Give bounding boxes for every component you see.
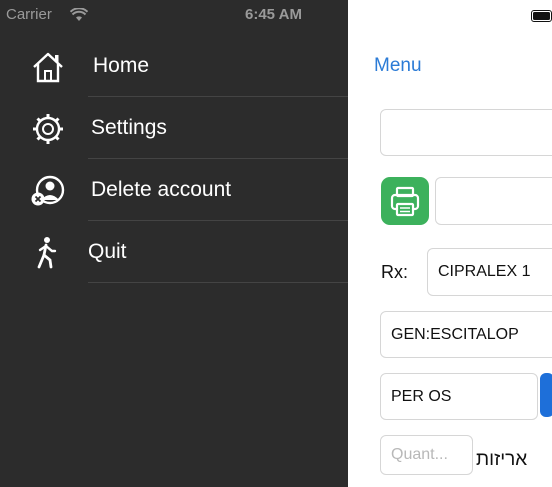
gear-icon [33,114,63,144]
delete-account-icon [31,175,65,206]
printer-icon [390,186,420,217]
print-button[interactable] [381,177,429,225]
route-dropdown-button[interactable] [540,373,552,417]
main-content: Menu Rx: CIPRALEX 1 GEN:ESCITALOP PER OS… [348,0,552,487]
package-unit-label: אריזות [476,449,528,470]
drawer-item-label: Quit [88,240,127,263]
menu-button[interactable]: Menu [374,55,422,77]
wifi-icon [70,8,88,21]
side-drawer: Carrier 6:45 AM Home Settings Delete acc… [0,0,348,487]
print-text-field[interactable] [435,177,552,225]
top-text-field[interactable] [380,109,552,156]
carrier-label: Carrier [6,6,52,23]
separator [88,282,348,283]
drawer-item-settings[interactable]: Settings [0,97,348,159]
drawer-item-quit[interactable]: Quit [0,221,348,283]
drawer-item-label: Delete account [91,178,232,201]
drawer-item-home[interactable]: Home [0,35,348,97]
battery-icon [531,10,552,22]
route-field[interactable]: PER OS [380,373,538,420]
drawer-item-label: Settings [91,116,167,139]
home-icon [33,52,63,83]
drawer-item-delete-account[interactable]: Delete account [0,159,348,221]
rx-drug-field[interactable]: CIPRALEX 1 [427,248,552,296]
quantity-input[interactable] [380,435,473,475]
drawer-item-label: Home [93,54,150,77]
status-bar-left: Carrier 6:45 AM [0,0,348,30]
status-time: 6:45 AM [245,6,302,23]
rx-label: Rx: [381,262,408,282]
walking-person-icon [37,237,57,269]
generic-name-field[interactable]: GEN:ESCITALOP [380,311,552,358]
